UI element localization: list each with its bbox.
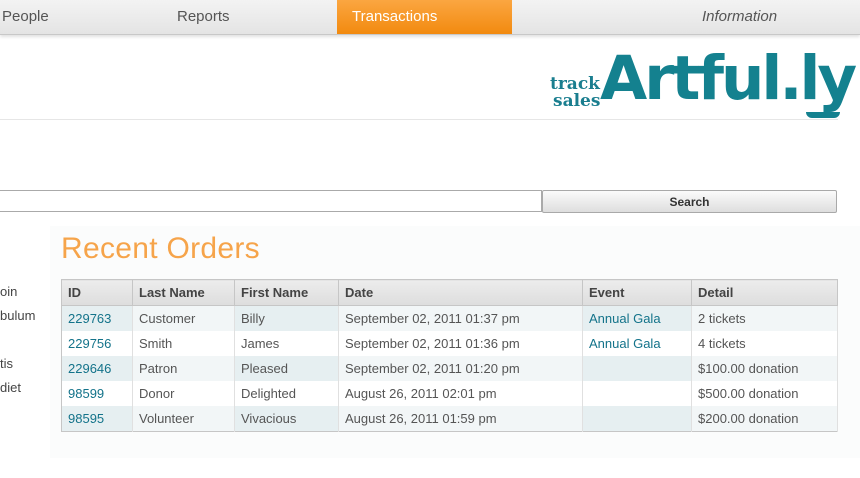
- event-cell: [582, 356, 692, 381]
- top-nav: People Reports Transactions Information: [0, 0, 860, 35]
- order-id-link[interactable]: 229763: [68, 311, 111, 326]
- event-cell: [582, 406, 692, 432]
- column-header-date: Date: [338, 279, 583, 306]
- table-row: 229756 Smith James September 02, 2011 01…: [61, 331, 838, 356]
- column-header-last-name: Last Name: [132, 279, 235, 306]
- date-cell: August 26, 2011 01:59 pm: [338, 406, 583, 432]
- nav-people[interactable]: People: [2, 0, 162, 34]
- first-name-cell: Pleased: [234, 356, 339, 381]
- nav-reports[interactable]: Reports: [177, 0, 327, 34]
- nav-transactions[interactable]: Transactions: [337, 0, 512, 34]
- sidebar-fragment: bulum: [0, 308, 36, 323]
- event-link[interactable]: Annual Gala: [589, 311, 661, 326]
- table-row: 229646 Patron Pleased September 02, 2011…: [61, 356, 838, 381]
- column-header-id: ID: [61, 279, 133, 306]
- last-name-cell: Smith: [132, 331, 235, 356]
- detail-cell: 2 tickets: [691, 305, 838, 331]
- first-name-cell: James: [234, 331, 339, 356]
- event-link[interactable]: Annual Gala: [589, 336, 661, 351]
- table-row: 98595 Volunteer Vivacious August 26, 201…: [61, 406, 838, 432]
- detail-cell: $500.00 donation: [691, 381, 838, 406]
- first-name-cell: Billy: [234, 305, 339, 331]
- order-id-link[interactable]: 229756: [68, 336, 111, 351]
- logo-wordmark: Artful.ly: [600, 43, 857, 114]
- table-header-row: ID Last Name First Name Date Event Detai…: [61, 279, 838, 306]
- column-header-detail: Detail: [691, 279, 838, 306]
- search-input[interactable]: [0, 190, 542, 212]
- event-cell: [582, 381, 692, 406]
- nav-information[interactable]: Information: [702, 0, 852, 34]
- header-divider: [0, 119, 838, 120]
- last-name-cell: Patron: [132, 356, 235, 381]
- detail-cell: $100.00 donation: [691, 356, 838, 381]
- order-id-link[interactable]: 98599: [68, 386, 104, 401]
- last-name-cell: Volunteer: [132, 406, 235, 432]
- table-row: 98599 Donor Delighted August 26, 2011 02…: [61, 381, 838, 406]
- last-name-cell: Customer: [132, 305, 235, 331]
- sidebar-fragment: oin: [0, 284, 18, 299]
- last-name-cell: Donor: [132, 381, 235, 406]
- table-row: 229763 Customer Billy September 02, 2011…: [61, 305, 838, 331]
- detail-cell: 4 tickets: [691, 331, 838, 356]
- date-cell: September 02, 2011 01:36 pm: [338, 331, 583, 356]
- logo-swoosh: [806, 112, 840, 118]
- sidebar-fragment: diet: [0, 380, 21, 395]
- date-cell: September 02, 2011 01:37 pm: [338, 305, 583, 331]
- date-cell: September 02, 2011 01:20 pm: [338, 356, 583, 381]
- date-cell: August 26, 2011 02:01 pm: [338, 381, 583, 406]
- recent-orders-table: ID Last Name First Name Date Event Detai…: [61, 279, 838, 432]
- sidebar-fragment: tis: [0, 356, 13, 371]
- first-name-cell: Delighted: [234, 381, 339, 406]
- first-name-cell: Vivacious: [234, 406, 339, 432]
- search-button[interactable]: Search: [542, 190, 837, 213]
- column-header-event: Event: [582, 279, 692, 306]
- artfully-logo[interactable]: track sales Artful.ly: [548, 44, 857, 128]
- detail-cell: $200.00 donation: [691, 406, 838, 432]
- order-id-link[interactable]: 98595: [68, 411, 104, 426]
- order-id-link[interactable]: 229646: [68, 361, 111, 376]
- recent-orders-title: Recent Orders: [61, 232, 260, 265]
- logo-tagline-sales: sales: [553, 91, 601, 111]
- column-header-first-name: First Name: [234, 279, 339, 306]
